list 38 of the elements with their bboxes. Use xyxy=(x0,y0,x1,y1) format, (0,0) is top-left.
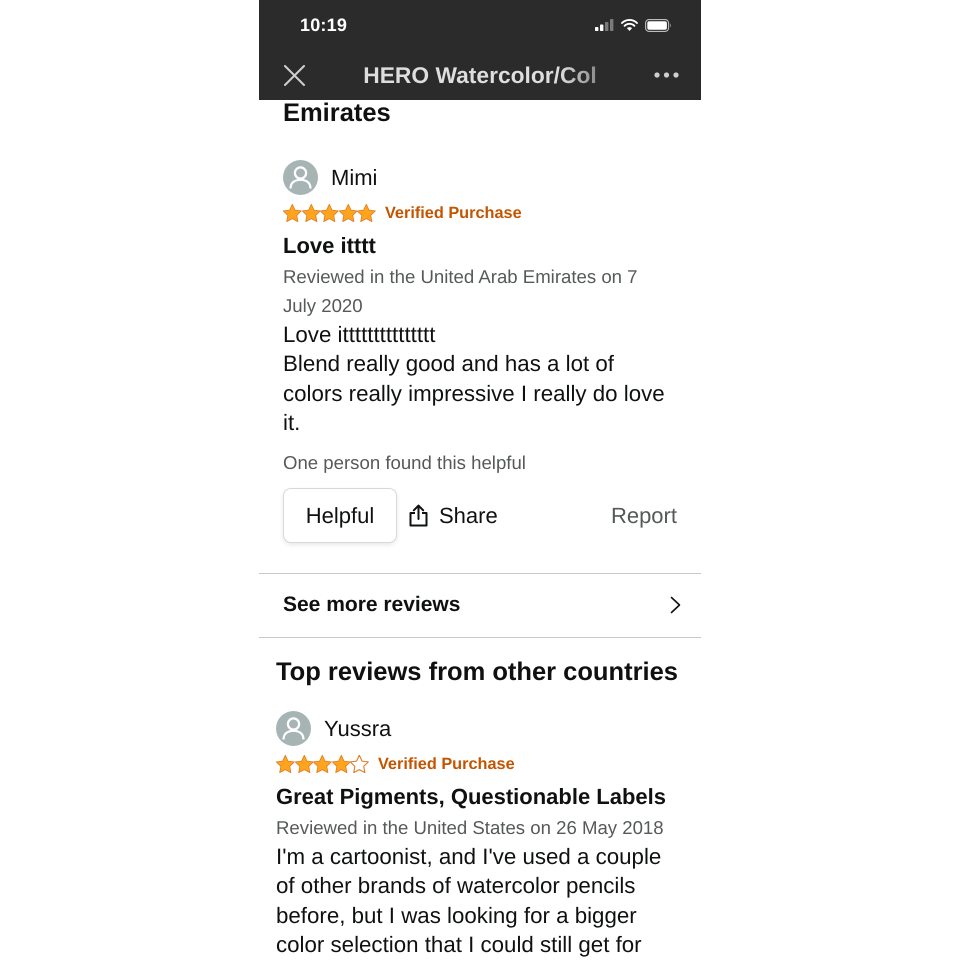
star-icon xyxy=(320,204,339,222)
star-icon xyxy=(332,754,350,774)
wifi-icon xyxy=(621,19,638,31)
more-icon xyxy=(654,72,679,78)
review-title: Great Pigments, Questionable Labels xyxy=(276,783,667,812)
review-text: Love ittttttttttttttt Blend really good and has a lot of colors really impressive I really do love it. xyxy=(283,321,666,437)
status-time: 10:19 xyxy=(300,14,348,36)
report-link[interactable]: Report xyxy=(610,502,677,529)
review-text: I'm a cartoonist, and I've used a couple of other brands of watercolor pencils before, but I was looking for a bigger color selection that I could still get for xyxy=(276,843,662,960)
share-icon xyxy=(409,504,428,528)
avatar-icon xyxy=(283,160,318,195)
share-button[interactable]: Share xyxy=(409,502,498,529)
avatar-icon xyxy=(276,711,311,746)
close-button[interactable] xyxy=(284,64,305,86)
section-heading: Emirates xyxy=(283,100,392,126)
helpful-button[interactable]: Helpful xyxy=(283,488,397,544)
more-button[interactable] xyxy=(654,72,679,78)
star-icon xyxy=(294,754,314,774)
review-date: Reviewed in the United States on 26 May 2018 xyxy=(276,816,665,840)
signal-icon xyxy=(595,19,614,31)
star-icon xyxy=(338,204,358,222)
review-title: Love itttt xyxy=(283,232,377,260)
star-outline-icon xyxy=(350,754,369,774)
verified-purchase-label: Verified Purchase xyxy=(378,754,515,774)
battery-icon xyxy=(645,18,672,32)
verified-purchase-label: Verified Purchase xyxy=(384,204,522,222)
reviewer-name: Mimi xyxy=(331,164,378,190)
star-icon xyxy=(302,204,320,222)
see-more-reviews-button[interactable]: See more reviews xyxy=(259,573,701,638)
star-icon xyxy=(357,204,376,222)
helpful-count: One person found this helpful xyxy=(283,451,527,476)
reviewer-name: Yussra xyxy=(324,716,392,742)
chevron-right-icon xyxy=(670,596,681,614)
review-date: Reviewed in the United Arab Emirates on 7 July 2020 xyxy=(283,265,639,318)
close-icon xyxy=(284,64,305,86)
star-icon xyxy=(313,754,332,774)
star-icon xyxy=(276,754,295,774)
star-icon xyxy=(283,204,302,222)
